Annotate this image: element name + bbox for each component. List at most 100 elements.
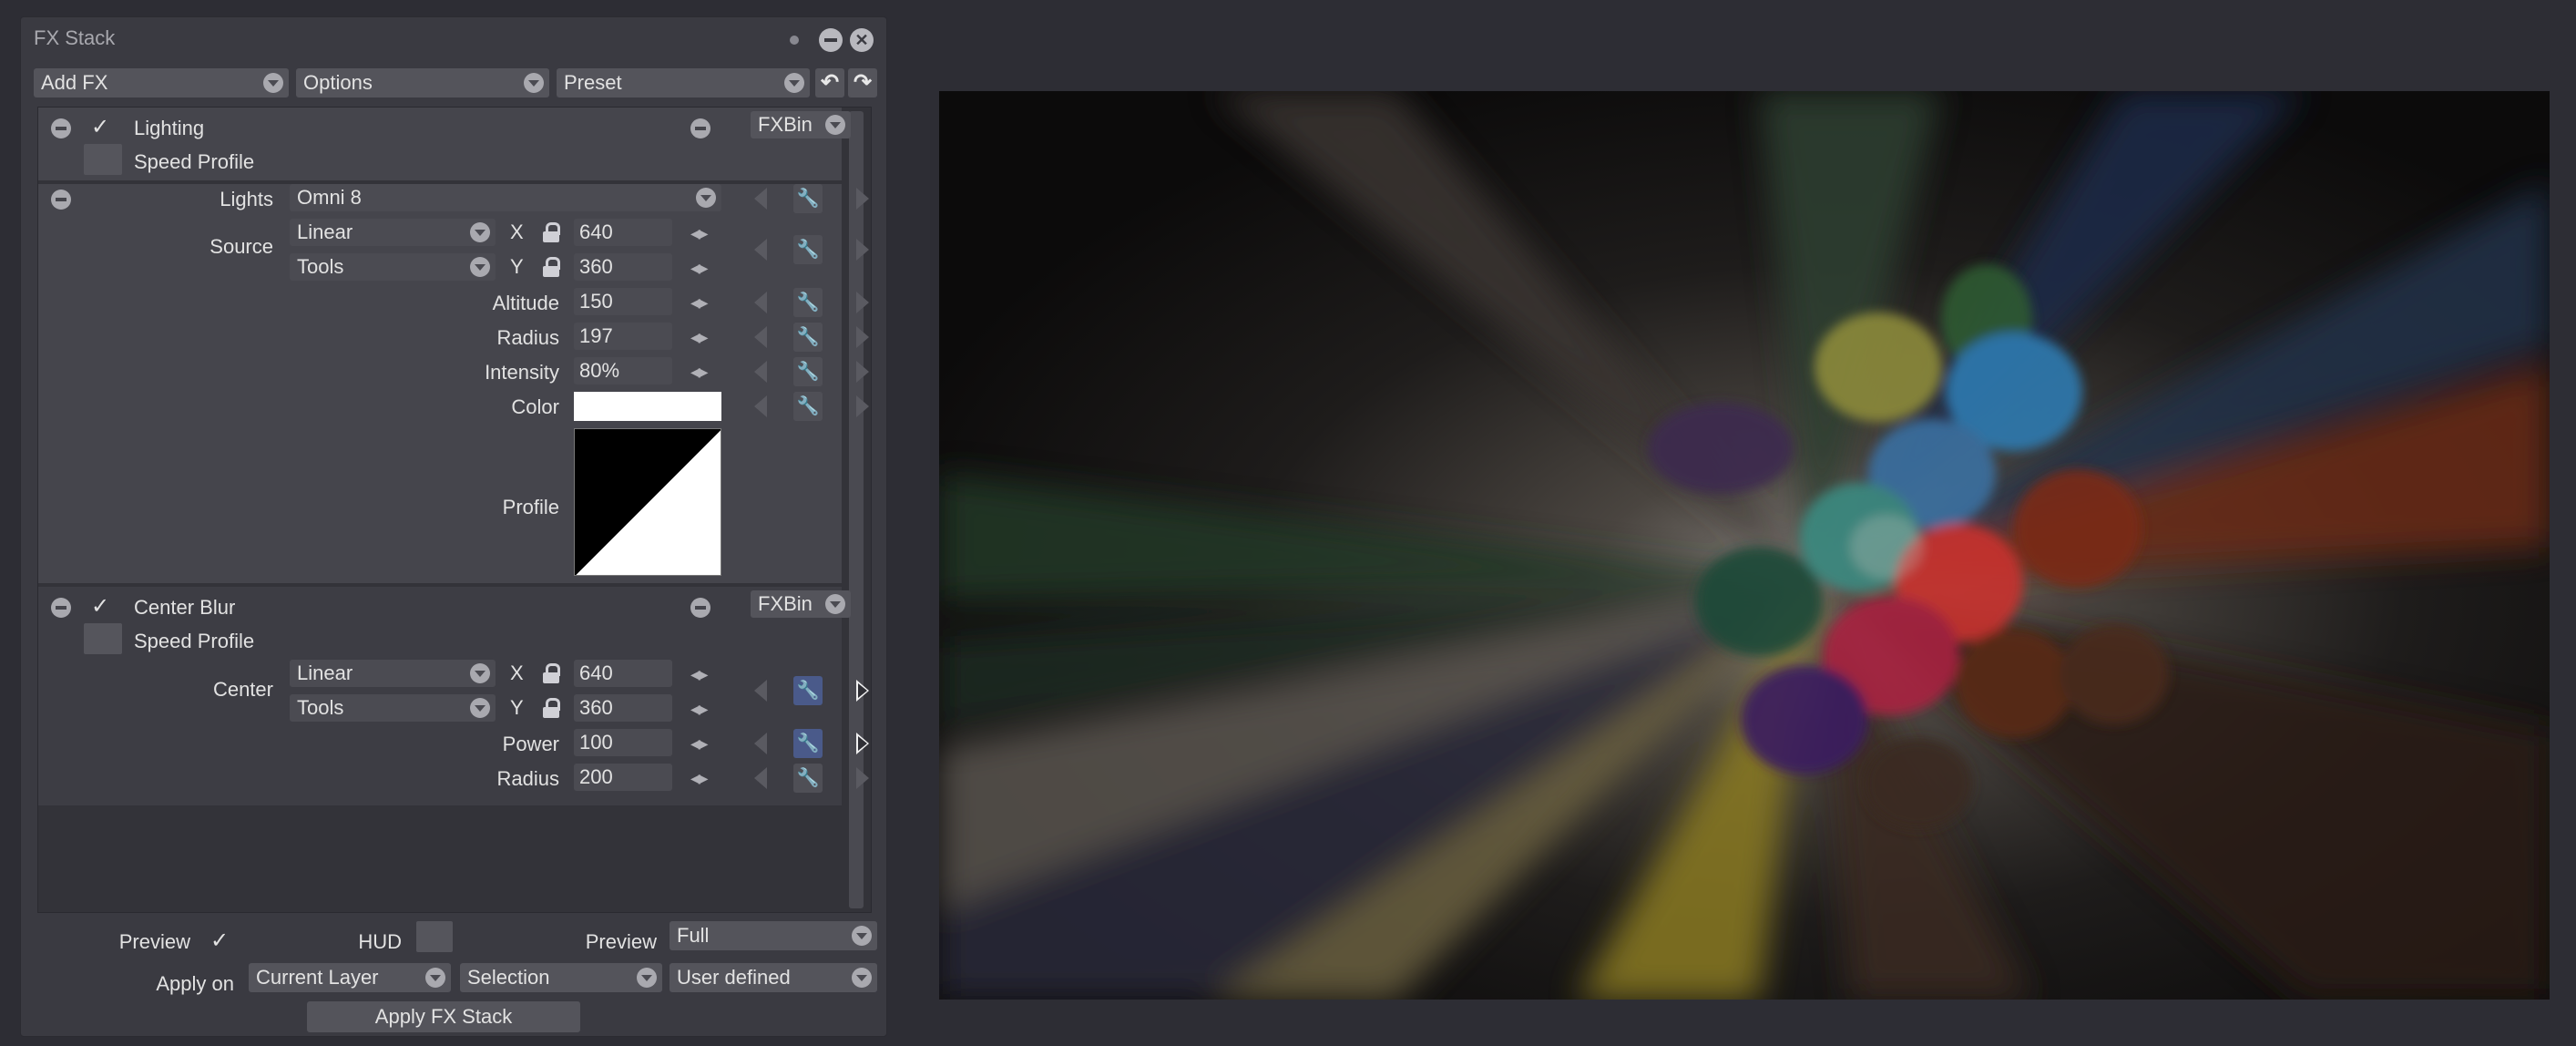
- lighting-enabled-checkbox[interactable]: ✓: [91, 117, 109, 138]
- stepper-arrows-icon[interactable]: ◀▶: [690, 261, 708, 276]
- blur-radius-field[interactable]: 200: [574, 764, 672, 791]
- radius-field[interactable]: 197: [574, 323, 672, 350]
- chevron-down-icon: [825, 115, 845, 135]
- chevron-down-icon: [852, 968, 872, 988]
- apply-on-selection-dropdown[interactable]: Selection: [460, 963, 662, 992]
- intensity-label: Intensity: [485, 361, 559, 384]
- altitude-field[interactable]: 150: [574, 288, 672, 315]
- minimize-icon[interactable]: [819, 28, 843, 52]
- lock-icon[interactable]: [543, 698, 560, 718]
- center-keyframe-controls[interactable]: 🔧: [754, 676, 873, 705]
- wrench-icon[interactable]: 🔧: [793, 323, 823, 352]
- power-field[interactable]: 100: [574, 729, 672, 756]
- center-label: Center: [212, 678, 273, 701]
- chevron-down-icon: [470, 698, 490, 718]
- stepper-arrows-icon[interactable]: ◀▶: [690, 364, 708, 380]
- stepper-arrows-icon[interactable]: ◀▶: [690, 226, 708, 241]
- wrench-icon[interactable]: 🔧: [793, 729, 823, 758]
- lighting-speed-profile-label: Speed Profile: [134, 150, 255, 173]
- add-fx-dropdown[interactable]: Add FX: [34, 68, 289, 97]
- lights-label: Lights: [220, 188, 273, 210]
- lighting-fxbin-dropdown[interactable]: FXBin: [751, 111, 851, 138]
- source-x-mode-dropdown[interactable]: Linear: [290, 219, 496, 246]
- source-y-field[interactable]: 360: [574, 253, 672, 281]
- altitude-keyframe-controls[interactable]: 🔧: [754, 288, 873, 317]
- apply-on-user-dropdown[interactable]: User defined: [670, 963, 877, 992]
- power-keyframe-controls[interactable]: 🔧: [754, 729, 873, 758]
- center-blur-fxbin-dropdown[interactable]: FXBin: [751, 590, 851, 618]
- chevron-down-icon: [784, 73, 804, 93]
- preview-mode-label: Preview: [585, 930, 657, 953]
- intensity-keyframe-controls[interactable]: 🔧: [754, 357, 873, 386]
- altitude-label: Altitude: [492, 292, 559, 314]
- preset-dropdown[interactable]: Preset: [557, 68, 810, 97]
- source-y-mode-dropdown[interactable]: Tools: [290, 253, 496, 281]
- lock-icon[interactable]: [543, 663, 560, 683]
- canvas-preview-image: [939, 91, 2550, 1000]
- stepper-arrows-icon[interactable]: ◀▶: [690, 702, 708, 717]
- blur-radius-keyframe-controls[interactable]: 🔧: [754, 764, 873, 793]
- add-fx-label: Add FX: [41, 71, 108, 94]
- color-swatch[interactable]: [574, 392, 721, 421]
- undo-icon[interactable]: ↶: [815, 68, 844, 97]
- wrench-icon[interactable]: 🔧: [793, 392, 823, 421]
- preview-mode-dropdown[interactable]: Full: [670, 921, 877, 950]
- apply-on-user-value: User defined: [677, 966, 791, 989]
- stepper-arrows-icon[interactable]: ◀▶: [690, 667, 708, 682]
- lock-icon[interactable]: [543, 222, 560, 242]
- wrench-icon[interactable]: 🔧: [793, 184, 823, 213]
- lights-dropdown[interactable]: Omni 8: [290, 184, 721, 211]
- source-x-label: X: [510, 220, 524, 243]
- close-icon[interactable]: [850, 28, 874, 52]
- chevron-down-icon: [852, 926, 872, 946]
- stepper-arrows-icon[interactable]: ◀▶: [690, 736, 708, 752]
- wrench-icon[interactable]: 🔧: [793, 288, 823, 317]
- lights-value: Omni 8: [297, 186, 362, 209]
- lights-keyframe-controls[interactable]: 🔧: [754, 184, 873, 213]
- profile-curve-editor[interactable]: [574, 428, 721, 576]
- preview-mode-value: Full: [677, 924, 710, 947]
- lighting-header: ✓ Lighting FXBin Speed Profile: [38, 108, 851, 180]
- chevron-down-icon: [825, 594, 845, 614]
- stepper-arrows-icon[interactable]: ◀▶: [690, 330, 708, 345]
- panel-dot-icon[interactable]: [790, 36, 799, 45]
- collapse-center-blur-icon[interactable]: [51, 598, 71, 618]
- center-y-field[interactable]: 360: [574, 694, 672, 722]
- chevron-down-icon: [470, 222, 490, 242]
- wrench-icon[interactable]: 🔧: [793, 357, 823, 386]
- radius-keyframe-controls[interactable]: 🔧: [754, 323, 873, 352]
- chevron-down-icon: [524, 73, 544, 93]
- collapse-lighting-icon[interactable]: [51, 118, 71, 138]
- options-dropdown[interactable]: Options: [296, 68, 549, 97]
- center-blur-menu-icon[interactable]: [690, 598, 710, 618]
- intensity-field[interactable]: 80%: [574, 357, 672, 385]
- color-keyframe-controls[interactable]: 🔧: [754, 392, 873, 421]
- wrench-icon[interactable]: 🔧: [793, 764, 823, 793]
- chevron-down-icon: [470, 257, 490, 277]
- center-blur-enabled-checkbox[interactable]: ✓: [91, 596, 109, 618]
- center-y-mode-dropdown[interactable]: Tools: [290, 694, 496, 722]
- center-blur-fxbin-label: FXBin: [758, 592, 813, 615]
- apply-on-layer-dropdown[interactable]: Current Layer: [249, 963, 451, 992]
- lock-icon[interactable]: [543, 257, 560, 277]
- lighting-menu-icon[interactable]: [690, 118, 710, 138]
- apply-fx-stack-button[interactable]: Apply FX Stack: [307, 1001, 580, 1032]
- wrench-icon[interactable]: 🔧: [793, 676, 823, 705]
- lighting-speed-profile-swatch[interactable]: [84, 144, 122, 175]
- stepper-arrows-icon[interactable]: ◀▶: [690, 771, 708, 786]
- source-x-mode-value: Linear: [297, 220, 353, 243]
- source-keyframe-controls[interactable]: 🔧: [754, 235, 873, 264]
- center-x-mode-dropdown[interactable]: Linear: [290, 660, 496, 687]
- center-blur-title: Center Blur: [134, 596, 236, 619]
- lighting-params: Lights Omni 8 🔧 Source Linear X 640 ◀▶ T…: [38, 184, 869, 583]
- wrench-icon[interactable]: 🔧: [793, 235, 823, 264]
- source-y-mode-value: Tools: [297, 255, 344, 278]
- center-blur-speed-profile-label: Speed Profile: [134, 630, 255, 652]
- redo-icon[interactable]: ↷: [848, 68, 877, 97]
- preset-label: Preset: [564, 71, 622, 94]
- source-x-field[interactable]: 640: [574, 219, 672, 246]
- center-x-field[interactable]: 640: [574, 660, 672, 687]
- stepper-arrows-icon[interactable]: ◀▶: [690, 295, 708, 311]
- center-blur-speed-profile-swatch[interactable]: [84, 623, 122, 654]
- lighting-fxbin-label: FXBin: [758, 113, 813, 136]
